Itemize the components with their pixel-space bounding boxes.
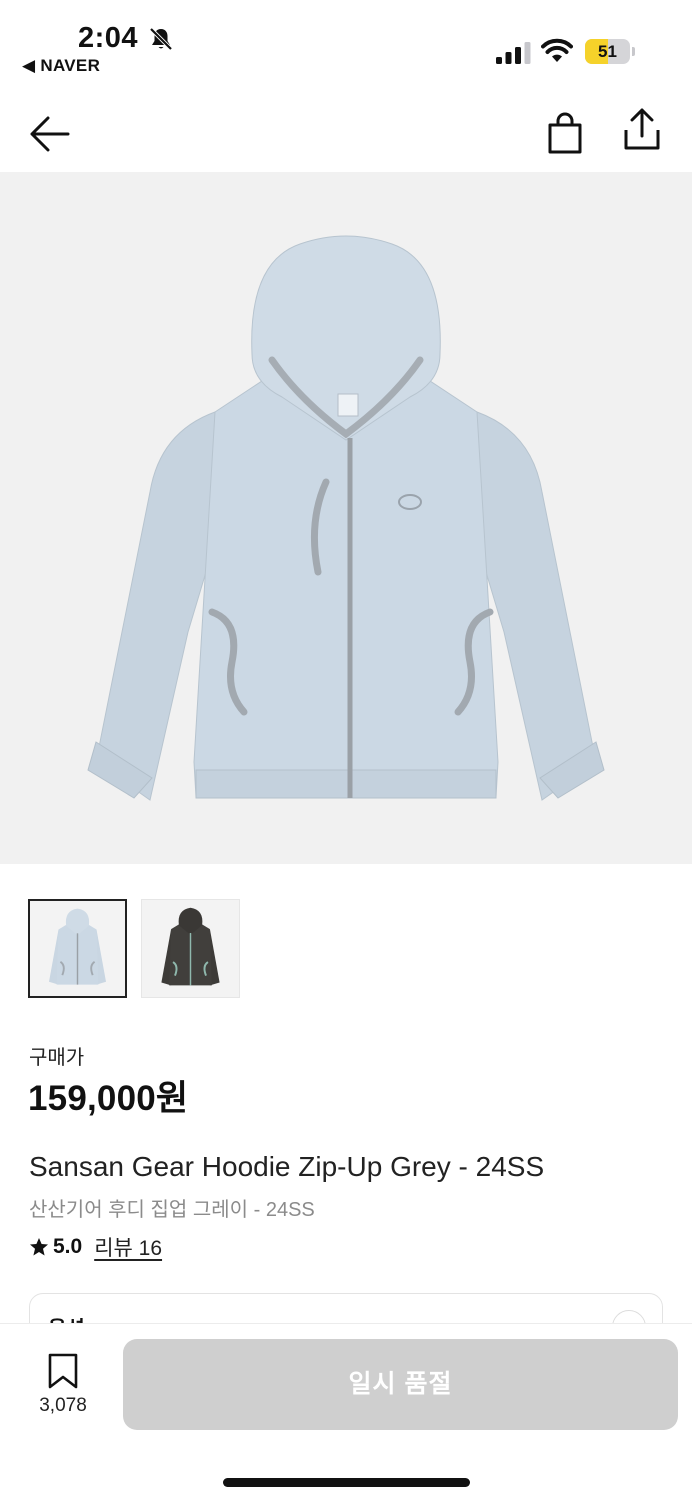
rating-row: 5.0 리뷰 16 xyxy=(29,1232,162,1262)
status-time: 2:04 xyxy=(78,22,139,54)
review-link[interactable]: 리뷰 16 xyxy=(94,1232,162,1262)
bell-slash-icon xyxy=(149,27,173,51)
price-label: 구매가 xyxy=(29,1047,85,1069)
rating-value: 5.0 xyxy=(53,1235,83,1258)
sold-out-button[interactable]: 일시 품절 xyxy=(123,1339,678,1430)
bottom-action-bar: 3,078 일시 품절 xyxy=(0,1323,692,1500)
battery-indicator: 51 xyxy=(585,39,635,64)
shopping-bag-icon[interactable] xyxy=(546,112,584,154)
product-name-english: Sansan Gear Hoodie Zip-Up Grey - 24SS xyxy=(29,1151,545,1182)
product-image[interactable] xyxy=(0,172,692,864)
wishlist-button[interactable]: 3,078 xyxy=(30,1351,96,1421)
top-navigation xyxy=(0,96,692,172)
battery-level: 51 xyxy=(598,42,617,61)
thumbnail-grey[interactable] xyxy=(28,899,127,998)
wishlist-count: 3,078 xyxy=(39,1395,87,1416)
product-name-korean: 산산기어 후디 집업 그레이 - 24SS xyxy=(29,1199,315,1221)
back-to-app-link[interactable]: ◀ NAVER xyxy=(22,56,100,76)
cellular-signal-icon xyxy=(496,42,531,64)
status-bar: 2:04 ◀ NAVER 51 xyxy=(0,0,692,86)
wifi-icon xyxy=(541,38,573,62)
hoodie-charcoal-thumbnail xyxy=(161,907,220,986)
hoodie-image xyxy=(87,235,605,801)
hoodie-grey-thumbnail xyxy=(49,908,106,985)
share-icon[interactable] xyxy=(622,108,662,154)
thumbnail-charcoal[interactable] xyxy=(141,899,240,998)
star-icon xyxy=(30,1238,48,1256)
product-price: 159,000원 xyxy=(28,1079,189,1118)
bookmark-icon xyxy=(48,1353,78,1389)
arrow-left-icon[interactable] xyxy=(28,114,70,154)
home-indicator xyxy=(223,1478,470,1487)
